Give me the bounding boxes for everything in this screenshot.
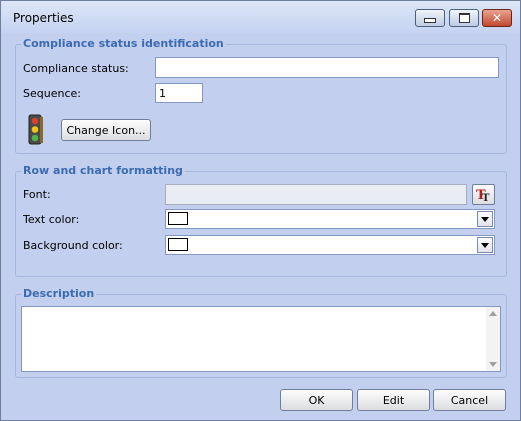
font-field	[165, 184, 467, 205]
description-textarea[interactable]	[21, 306, 501, 372]
scroll-up-icon[interactable]	[489, 311, 497, 316]
background-color-dropdown-button[interactable]	[477, 237, 493, 253]
close-button[interactable]: ✕	[482, 9, 512, 27]
description-scrollbar[interactable]	[486, 307, 500, 371]
cancel-button[interactable]: Cancel	[433, 389, 506, 411]
compliance-group-legend: Compliance status identification	[21, 37, 226, 50]
ok-button[interactable]: OK	[280, 389, 353, 411]
sequence-input[interactable]: 1	[155, 83, 203, 103]
text-color-select[interactable]	[165, 209, 495, 229]
text-color-dropdown-button[interactable]	[477, 211, 493, 227]
maximize-button[interactable]	[449, 9, 479, 27]
compliance-status-label: Compliance status:	[23, 62, 129, 75]
minimize-button[interactable]	[415, 9, 445, 27]
maximize-icon	[458, 13, 470, 23]
formatting-group-legend: Row and chart formatting	[21, 164, 185, 177]
change-icon-button[interactable]: Change Icon...	[61, 119, 151, 141]
font-picker-icon: T T	[476, 188, 490, 203]
description-group-legend: Description	[21, 287, 97, 300]
scroll-down-icon[interactable]	[489, 362, 497, 367]
properties-window: Properties ✕ Compliance status identific…	[0, 0, 521, 421]
svg-text:T: T	[482, 193, 490, 203]
text-color-label: Text color:	[23, 213, 80, 226]
edit-button[interactable]: Edit	[357, 389, 430, 411]
font-label: Font:	[23, 188, 51, 201]
window-title: Properties	[13, 11, 74, 25]
minimize-icon	[424, 18, 436, 23]
background-color-select[interactable]	[165, 235, 495, 255]
text-color-swatch	[168, 212, 188, 225]
chevron-down-icon	[481, 242, 489, 248]
font-picker-button[interactable]: T T	[472, 184, 495, 205]
background-color-swatch	[168, 238, 188, 251]
background-color-label: Background color:	[23, 239, 123, 252]
sequence-label: Sequence:	[23, 87, 81, 100]
traffic-light-icon	[25, 114, 45, 145]
chevron-down-icon	[481, 216, 489, 222]
compliance-status-input[interactable]	[155, 57, 499, 78]
title-bar[interactable]: Properties ✕	[1, 1, 520, 33]
close-icon: ✕	[491, 11, 503, 25]
